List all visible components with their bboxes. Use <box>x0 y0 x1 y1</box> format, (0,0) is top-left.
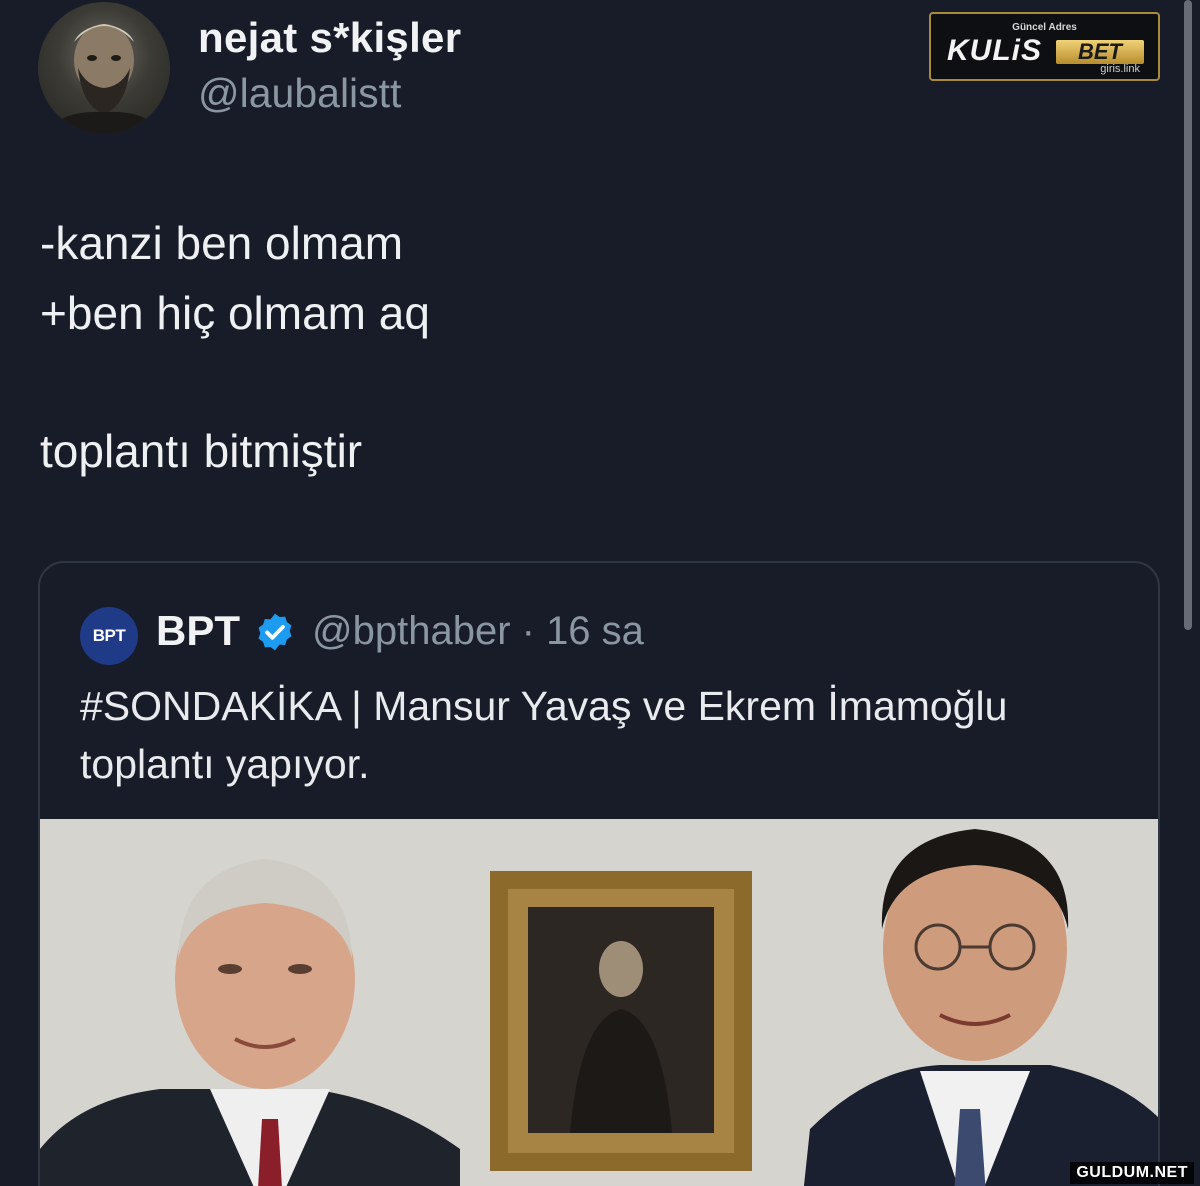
quoted-tweet-card[interactable]: BPT BPT @bpthaber · 16 sa #SONDAKİKA | M… <box>38 561 1160 1186</box>
sponsor-brand: KULiS <box>947 34 1042 67</box>
sponsor-badge[interactable]: Güncel Adres KULiS BET giris.link <box>929 12 1160 81</box>
author-avatar-portrait <box>48 24 160 134</box>
author-handle[interactable]: @laubalistt <box>198 70 401 117</box>
quoted-tweet-text-line-1: #SONDAKİKA | Mansur Yavaş ve Ekrem İmamo… <box>80 683 1008 729</box>
tweet-text-line-2: +ben hiç olmam aq <box>40 287 430 339</box>
tweet-screenshot: nejat s*kişler @laubalistt Güncel Adres … <box>0 0 1200 1186</box>
tweet-text-line-1: -kanzi ben olmam <box>40 217 404 269</box>
author-display-name[interactable]: nejat s*kişler <box>198 14 461 62</box>
photo-illustration <box>40 819 1158 1186</box>
tweet-text-line-3: toplantı bitmiştir <box>40 425 363 477</box>
sponsor-brand-accent: BET <box>1056 40 1144 64</box>
site-watermark: GULDUM.NET <box>1070 1162 1194 1184</box>
sponsor-link: giris.link <box>1100 63 1140 75</box>
author-avatar[interactable] <box>38 2 170 134</box>
quoted-author-handle-time[interactable]: @bpthaber · 16 sa <box>312 609 644 654</box>
quoted-tweet-photo[interactable] <box>40 819 1158 1186</box>
verified-badge-icon <box>258 613 292 651</box>
quoted-author-name[interactable]: BPT <box>156 607 240 655</box>
scrollbar[interactable] <box>1184 0 1192 630</box>
quoted-author-avatar[interactable]: BPT <box>80 607 138 665</box>
quoted-tweet-text-line-2: toplantı yapıyor. <box>80 741 370 787</box>
sponsor-top-text: Güncel Adres <box>1012 22 1077 33</box>
